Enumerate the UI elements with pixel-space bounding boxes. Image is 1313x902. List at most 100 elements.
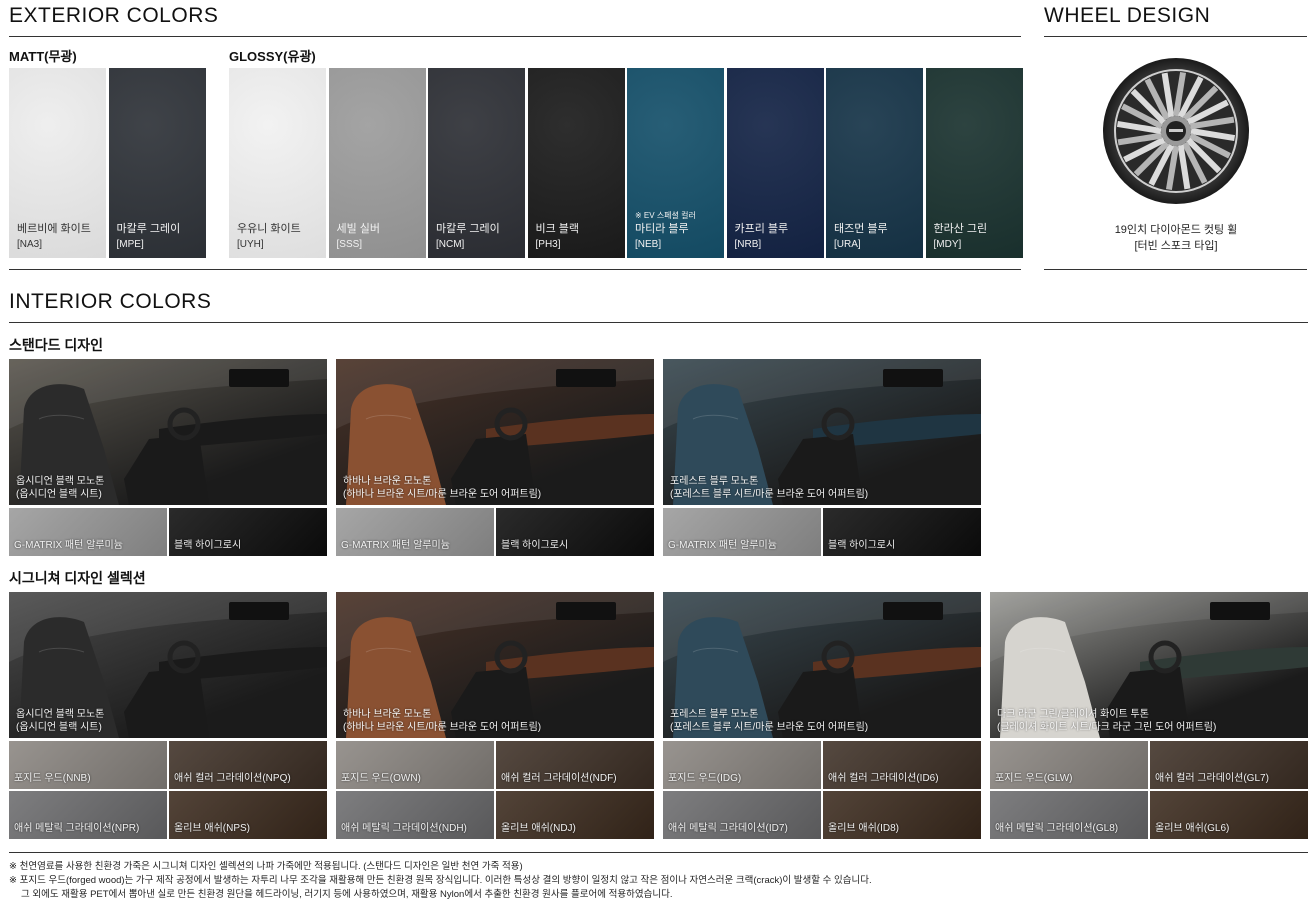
interior-name: 옵시디언 블랙 모노톤 xyxy=(16,709,105,720)
divider xyxy=(9,36,1021,37)
trim-tile[interactable]: 포지드 우드(IDG) xyxy=(663,741,821,789)
trim-label: 애쉬 컬러 그라데이션(ID6) xyxy=(828,773,939,784)
swatch-caption: 비크 블랙 [PH3] xyxy=(536,222,580,252)
swatch-caption: 한라산 그린 [MDY] xyxy=(934,222,988,252)
glossy-label: GLOSSY(유광) xyxy=(229,49,316,64)
interior-detail: (옵시디언 블랙 시트) xyxy=(16,489,102,500)
interior-caption: 하바나 브라운 모노톤 (하바나 브라운 시트/마룬 브라운 도어 어퍼트림) xyxy=(343,475,541,501)
trim-tile[interactable]: 올리브 애쉬(GL6) xyxy=(1150,791,1308,839)
interior-detail: (포레스트 블루 시트/마룬 브라운 도어 어퍼트림) xyxy=(670,489,869,500)
trim-tile[interactable]: 올리브 애쉬(ID8) xyxy=(823,791,981,839)
interior-photo[interactable]: 하바나 브라운 모노톤 (하바나 브라운 시트/마룬 브라운 도어 어퍼트림) xyxy=(336,592,654,738)
color-name: 태즈먼 블루 xyxy=(834,223,888,235)
interior-caption: 포레스트 블루 모노톤 (포레스트 블루 시트/마룬 브라운 도어 어퍼트림) xyxy=(670,475,868,501)
trim-tile[interactable]: 블랙 하이그로시 xyxy=(823,508,981,556)
trim-label: 올리브 애쉬(ID8) xyxy=(828,823,899,834)
matt-label: MATT(무광) xyxy=(9,49,77,64)
interior-photo[interactable]: 하바나 브라운 모노톤 (하바나 브라운 시트/마룬 브라운 도어 어퍼트림) xyxy=(336,359,654,505)
color-swatch[interactable]: 한라산 그린 [MDY] xyxy=(925,68,1023,258)
trim-tile[interactable]: 애쉬 메탈릭 그라데이션(ID7) xyxy=(663,791,821,839)
color-code: [NCM] xyxy=(436,239,465,250)
color-code: [MPE] xyxy=(116,239,144,250)
interior-name: 포레스트 블루 모노톤 xyxy=(670,476,759,487)
color-swatch[interactable]: 카프리 블루 [NRB] xyxy=(726,68,824,258)
trim-tile[interactable]: 포지드 우드(NNB) xyxy=(9,741,167,789)
trim-tile[interactable]: 애쉬 메탈릭 그라데이션(NPR) xyxy=(9,791,167,839)
color-swatch[interactable]: ※ EV 스페셜 컬러 마티라 블루 [NEB] xyxy=(627,68,724,258)
interior-photo[interactable]: 다크 라군 그린/글레이셔 화이트 투톤 (글레이셔 화이트 시트/다크 라군 그… xyxy=(990,592,1308,738)
color-swatch[interactable]: 마칼루 그레이 [NCM] xyxy=(428,68,525,258)
color-code: [SSS] xyxy=(336,239,363,250)
wheel-design-title: WHEEL DESIGN xyxy=(1044,4,1211,27)
interior-photo[interactable]: 포레스트 블루 모노톤 (포레스트 블루 시트/마룬 브라운 도어 어퍼트림) xyxy=(663,592,981,738)
trim-tile[interactable]: 애쉬 컬러 그라데이션(NPQ) xyxy=(169,741,327,789)
color-name: 베르비에 화이트 xyxy=(17,223,91,235)
trim-tile[interactable]: G-MATRIX 패턴 알루미늄 xyxy=(336,508,494,556)
wheel-caption: 19인치 다이아몬드 컷팅 휠 [터빈 스포크 타입] xyxy=(1045,222,1307,254)
color-swatch[interactable]: 세빌 실버 [SSS] xyxy=(328,68,426,258)
divider xyxy=(9,852,1308,853)
trim-label: 포지드 우드(NNB) xyxy=(14,773,91,784)
trim-tile[interactable]: 애쉬 메탈릭 그라데이션(GL8) xyxy=(990,791,1148,839)
trim-tile[interactable]: 애쉬 컬러 그라데이션(NDF) xyxy=(496,741,654,789)
trim-tile[interactable]: G-MATRIX 패턴 알루미늄 xyxy=(9,508,167,556)
wheel-image xyxy=(1103,58,1249,204)
swatch-caption: 카프리 블루 [NRB] xyxy=(735,222,789,252)
swatch-caption: 마티라 블루 [NEB] xyxy=(635,222,689,252)
trim-label: 포지드 우드(GLW) xyxy=(995,773,1073,784)
trim-label: 블랙 하이그로시 xyxy=(174,540,242,551)
divider xyxy=(9,269,1021,270)
wheel-type: [터빈 스포크 타입] xyxy=(1134,240,1218,252)
color-swatch[interactable]: 비크 블랙 [PH3] xyxy=(527,68,625,258)
color-name: 한라산 그린 xyxy=(933,223,988,235)
trim-tile[interactable]: 블랙 하이그로시 xyxy=(496,508,654,556)
interior-name: 하바나 브라운 모노톤 xyxy=(343,476,432,487)
wheel-card[interactable]: 19인치 다이아몬드 컷팅 휠 [터빈 스포크 타입] xyxy=(1045,40,1307,268)
trim-label: 애쉬 메탈릭 그라데이션(NPR) xyxy=(14,823,140,834)
color-swatch[interactable]: 베르비에 화이트 [NA3] xyxy=(9,68,106,258)
trim-label: 애쉬 메탈릭 그라데이션(NDH) xyxy=(341,823,467,834)
standard-design-label: 스탠다드 디자인 xyxy=(9,337,104,353)
footnote-1: ※ 천연염료를 사용한 친환경 가죽은 시그니쳐 디자인 셀렉션의 나파 가죽에… xyxy=(9,861,523,872)
swatch-caption: 마칼루 그레이 [MPE] xyxy=(117,222,181,252)
trim-tile[interactable]: 올리브 애쉬(NPS) xyxy=(169,791,327,839)
interior-photo[interactable]: 옵시디언 블랙 모노톤 (옵시디언 블랙 시트) xyxy=(9,359,327,505)
trim-tile[interactable]: G-MATRIX 패턴 알루미늄 xyxy=(663,508,821,556)
trim-tile[interactable]: 애쉬 메탈릭 그라데이션(NDH) xyxy=(336,791,494,839)
color-code: [UYH] xyxy=(237,239,264,250)
interior-caption: 옵시디언 블랙 모노톤 (옵시디언 블랙 시트) xyxy=(16,708,104,734)
color-swatch[interactable]: 우유니 화이트 [UYH] xyxy=(229,68,326,258)
divider xyxy=(1044,36,1307,37)
color-code: [NRB] xyxy=(734,239,762,250)
interior-name: 하바나 브라운 모노톤 xyxy=(343,709,432,720)
trim-label: 올리브 애쉬(NPS) xyxy=(174,823,250,834)
trim-label: 블랙 하이그로시 xyxy=(501,540,569,551)
trim-label: 애쉬 메탈릭 그라데이션(GL8) xyxy=(995,823,1119,834)
swatch-caption: 세빌 실버 [SSS] xyxy=(337,222,381,252)
trim-label: G-MATRIX 패턴 알루미늄 xyxy=(668,540,777,551)
color-swatch[interactable]: 마칼루 그레이 [MPE] xyxy=(108,68,206,258)
interior-photo[interactable]: 옵시디언 블랙 모노톤 (옵시디언 블랙 시트) xyxy=(9,592,327,738)
trim-tile[interactable]: 애쉬 컬러 그라데이션(ID6) xyxy=(823,741,981,789)
swatch-caption: 베르비에 화이트 [NA3] xyxy=(17,222,91,252)
trim-label: 올리브 애쉬(NDJ) xyxy=(501,823,576,834)
trim-tile[interactable]: 포지드 우드(GLW) xyxy=(990,741,1148,789)
trim-tile[interactable]: 블랙 하이그로시 xyxy=(169,508,327,556)
wheel-name: 19인치 다이아몬드 컷팅 휠 xyxy=(1114,224,1238,236)
exterior-colors-title: EXTERIOR COLORS xyxy=(9,4,219,27)
swatch-caption: 태즈먼 블루 [URA] xyxy=(834,222,888,252)
interior-photo[interactable]: 포레스트 블루 모노톤 (포레스트 블루 시트/마룬 브라운 도어 어퍼트림) xyxy=(663,359,981,505)
color-name: 마칼루 그레이 xyxy=(116,223,181,235)
interior-caption: 옵시디언 블랙 모노톤 (옵시디언 블랙 시트) xyxy=(16,475,104,501)
signature-design-label: 시그니쳐 디자인 셀렉션 xyxy=(9,570,146,586)
interior-caption: 하바나 브라운 모노톤 (하바나 브라운 시트/마룬 브라운 도어 어퍼트림) xyxy=(343,708,541,734)
trim-tile[interactable]: 애쉬 컬러 그라데이션(GL7) xyxy=(1150,741,1308,789)
interior-name: 포레스트 블루 모노톤 xyxy=(670,709,759,720)
trim-tile[interactable]: 올리브 애쉬(NDJ) xyxy=(496,791,654,839)
color-code: [NA3] xyxy=(17,239,43,250)
color-name: 카프리 블루 xyxy=(734,223,789,235)
interior-detail: (하바나 브라운 시트/마룬 브라운 도어 어퍼트림) xyxy=(343,722,542,733)
trim-label: 포지드 우드(IDG) xyxy=(668,773,742,784)
trim-tile[interactable]: 포지드 우드(OWN) xyxy=(336,741,494,789)
color-swatch[interactable]: 태즈먼 블루 [URA] xyxy=(826,68,923,258)
